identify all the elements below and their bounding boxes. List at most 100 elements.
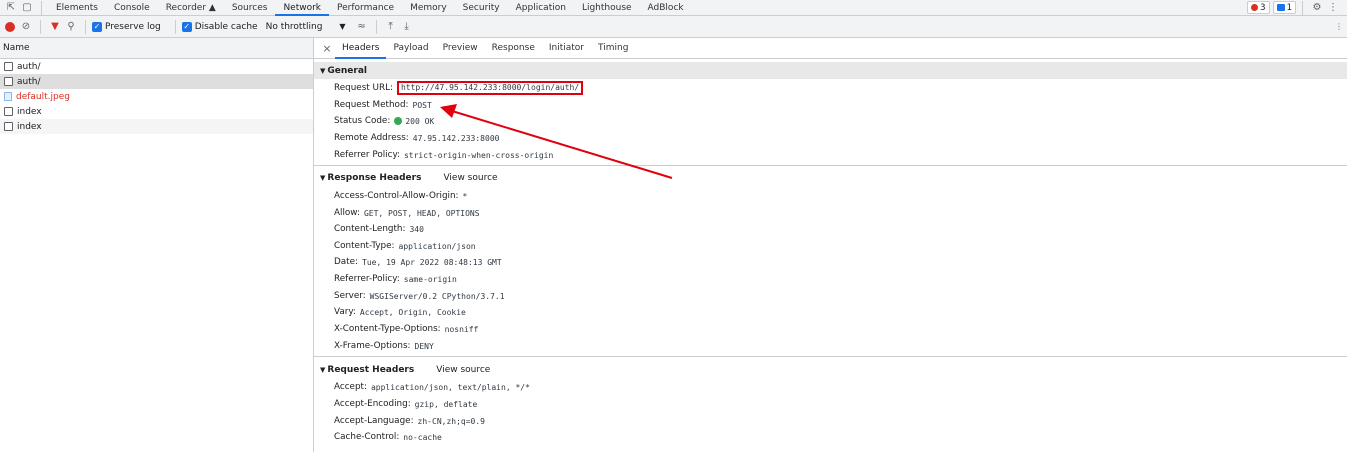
tab-performance[interactable]: Performance — [329, 0, 402, 16]
divider — [85, 19, 86, 34]
header-value: 47.95.142.233:8000 — [412, 133, 500, 143]
header-key: Content-Length: — [334, 224, 406, 234]
tab-sources[interactable]: Sources — [224, 0, 276, 16]
tab-elements[interactable]: Elements — [48, 0, 106, 16]
filter-icon[interactable]: ▼ — [47, 19, 63, 35]
tab-preview[interactable]: Preview — [436, 38, 485, 59]
error-count-badge[interactable]: 3 — [1247, 1, 1270, 14]
tab-application[interactable]: Application — [508, 0, 574, 16]
throttling-select[interactable]: No throttling ▼ — [266, 22, 346, 32]
disable-cache-checkbox[interactable]: ✓ Disable cache — [181, 21, 258, 32]
header-row: Referrer Policy: strict-origin-when-cross… — [334, 148, 553, 162]
list-item[interactable]: auth/ — [0, 59, 313, 74]
view-source-link[interactable]: View source — [436, 365, 490, 375]
message-count-badge[interactable]: 1 — [1272, 1, 1296, 14]
header-row: Allow: GET, POST, HEAD, OPTIONS — [334, 206, 480, 220]
header-row: Accept-Encoding: gzip, deflate — [334, 397, 477, 411]
header-row: Accept: application/json, text/plain, */* — [334, 380, 530, 394]
expand-triangle-icon: ▼ — [320, 365, 326, 374]
close-icon[interactable]: × — [319, 40, 335, 56]
header-key: Request Method: — [334, 100, 409, 110]
list-item[interactable]: default.jpeg — [0, 89, 313, 104]
tab-lighthouse[interactable]: Lighthouse — [574, 0, 640, 16]
wifi-conditions-icon[interactable]: ≈ — [354, 19, 370, 35]
header-row: Request URL: http://47.95.142.233:8000/lo… — [334, 81, 584, 95]
header-key: X-Content-Type-Options: — [334, 324, 441, 334]
more-settings-icon[interactable]: ⋮ — [1331, 19, 1347, 35]
chevron-down-icon: ▼ — [339, 22, 346, 31]
header-row: Server: WSGIServer/0.2 CPython/3.7.1 — [334, 289, 505, 303]
device-toolbar-icon[interactable]: ▢ — [19, 0, 35, 16]
header-value: 200 OK — [405, 116, 435, 126]
response-headers-section-header[interactable]: ▼ Response Headers View source — [314, 169, 1347, 186]
tab-response[interactable]: Response — [485, 38, 542, 59]
image-icon — [4, 92, 12, 101]
divider — [41, 0, 42, 15]
header-value: DENY — [414, 341, 434, 351]
throttling-value: No throttling — [265, 21, 323, 32]
header-row: Vary: Accept, Origin, Cookie — [334, 305, 466, 319]
request-details: × Headers Payload Preview Response Initi… — [314, 38, 1347, 452]
header-key: Content-Type: — [334, 241, 395, 251]
header-value: same-origin — [403, 274, 457, 284]
header-value: GET, POST, HEAD, OPTIONS — [363, 208, 480, 218]
view-source-link[interactable]: View source — [443, 173, 497, 183]
search-icon[interactable]: ⚲ — [63, 19, 79, 35]
clear-icon[interactable]: ⊘ — [18, 19, 34, 35]
record-button[interactable] — [2, 19, 18, 35]
network-toolbar: ⊘ ▼ ⚲ ✓ Preserve log ✓ Disable cache No th… — [0, 16, 1347, 38]
tab-recorder[interactable]: Recorder ▲ — [158, 0, 224, 16]
document-icon — [4, 122, 13, 131]
header-key: Request URL: — [334, 83, 393, 93]
general-section-header[interactable]: ▼ General — [314, 62, 1347, 79]
devtools-main-tabbar: ⇱ ▢ Elements Console Recorder ▲ Sources … — [0, 0, 1347, 16]
header-value: strict-origin-when-cross-origin — [403, 150, 554, 160]
list-item[interactable]: auth/ — [0, 74, 313, 89]
header-value: 340 — [409, 224, 424, 234]
download-icon[interactable]: ⤓ — [399, 19, 415, 35]
divider — [1302, 0, 1303, 15]
document-icon — [4, 62, 13, 71]
section-title: Response Headers — [327, 172, 422, 183]
preserve-log-checkbox[interactable]: ✓ Preserve log — [92, 21, 161, 32]
request-headers-section-header[interactable]: ▼ Request Headers View source — [314, 361, 1347, 378]
divider — [174, 19, 176, 34]
divider — [375, 19, 377, 34]
message-count: 1 — [1286, 2, 1292, 13]
tab-security[interactable]: Security — [455, 0, 508, 16]
upload-icon[interactable]: ⤒ — [383, 19, 399, 35]
document-icon — [4, 107, 13, 116]
list-item[interactable]: index — [0, 104, 313, 119]
header-key: Allow: — [334, 208, 360, 218]
gear-icon[interactable]: ⚙ — [1309, 0, 1325, 16]
tab-headers[interactable]: Headers — [335, 38, 387, 59]
header-row: Access-Control-Allow-Origin: * — [334, 189, 467, 203]
detail-tabbar: × Headers Payload Preview Response Initi… — [314, 38, 1347, 59]
tab-network[interactable]: Network — [275, 0, 330, 16]
header-key: X-Frame-Options: — [334, 341, 411, 351]
header-key: Server: — [334, 291, 366, 301]
tab-memory[interactable]: Memory — [402, 0, 455, 16]
tab-initiator[interactable]: Initiator — [542, 38, 591, 59]
name-column-header[interactable]: Name — [0, 38, 313, 59]
tab-adblock[interactable]: AdBlock — [640, 0, 692, 16]
header-row: Content-Type: application/json — [334, 239, 476, 253]
flask-icon: ▲ — [208, 2, 216, 13]
header-key: Access-Control-Allow-Origin: — [334, 191, 459, 201]
tab-timing[interactable]: Timing — [591, 38, 635, 59]
tab-console[interactable]: Console — [106, 0, 158, 16]
header-row: Accept-Language: zh-CN,zh;q=0.9 — [334, 414, 485, 428]
list-item[interactable]: index — [0, 119, 313, 134]
header-row: Status Code: 200 OK — [334, 114, 434, 128]
header-value: WSGIServer/0.2 CPython/3.7.1 — [369, 291, 505, 301]
header-key: Referrer-Policy: — [334, 274, 400, 284]
header-key: Status Code: — [334, 116, 391, 126]
more-options-icon[interactable]: ⋮ — [1325, 0, 1341, 16]
header-key: Accept: — [334, 382, 367, 392]
request-name: auth/ — [17, 76, 41, 87]
preserve-log-label: Preserve log — [105, 21, 161, 32]
tab-payload[interactable]: Payload — [386, 38, 435, 59]
divider — [314, 165, 1347, 166]
header-value: POST — [412, 100, 432, 110]
inspect-element-icon[interactable]: ⇱ — [3, 0, 19, 16]
